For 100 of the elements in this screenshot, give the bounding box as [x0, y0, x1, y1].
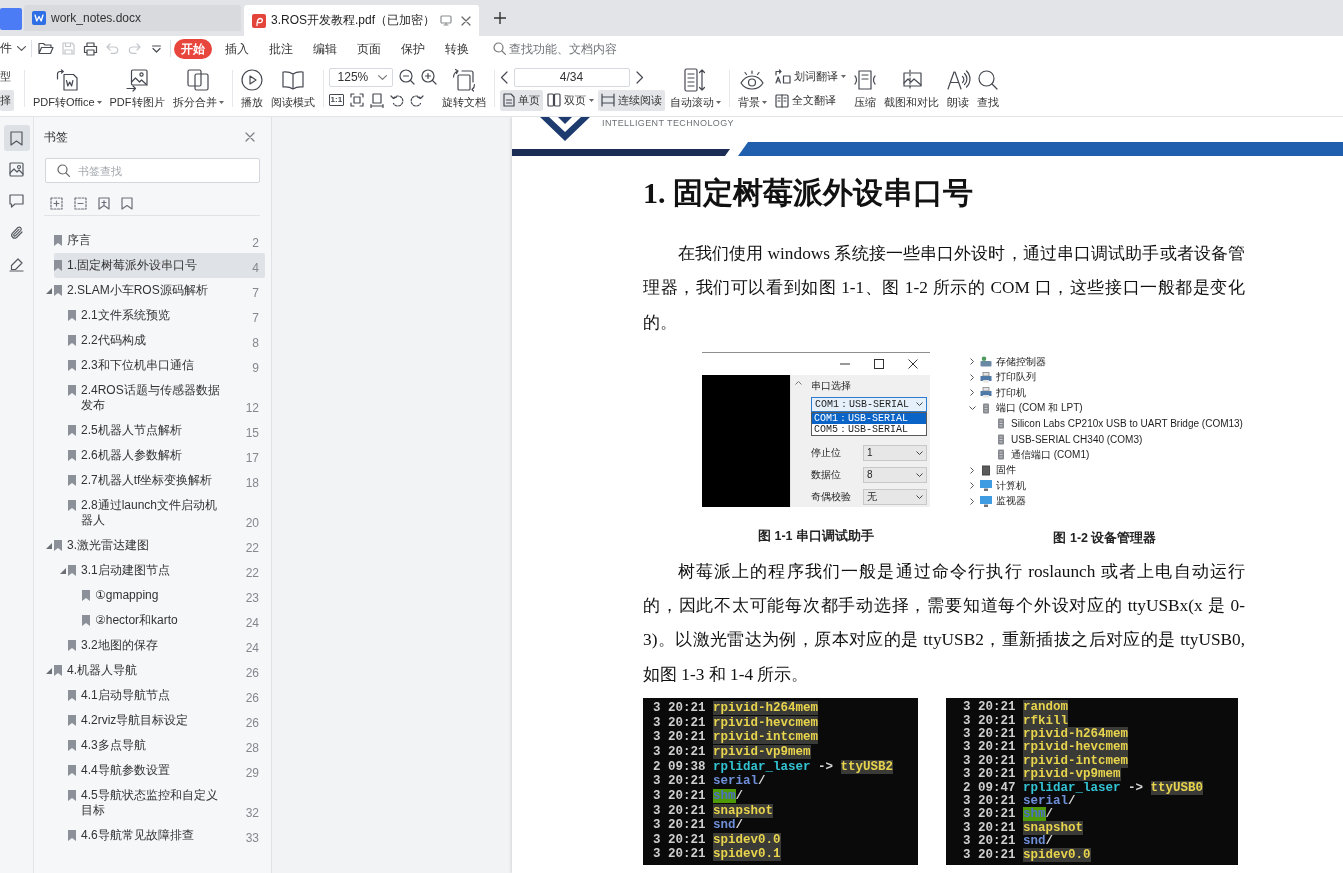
toolbar-button[interactable]: 背景 [734, 63, 770, 113]
dropdown-option[interactable]: COM1：USB-SERIAL [812, 412, 926, 424]
tab[interactable]: 3.ROS开发教程.pdf（已加密） [244, 5, 480, 36]
minimize-icon[interactable] [840, 362, 850, 365]
maximize-icon[interactable] [874, 358, 884, 369]
search-field[interactable]: 查找功能、文档内容 [509, 41, 639, 56]
page-number: 26 [244, 691, 259, 706]
toolbar-button[interactable]: 连续阅读 [597, 89, 665, 111]
bookmark-item[interactable]: 序言 2 [54, 228, 265, 253]
arrow-up-icon[interactable] [794, 380, 802, 385]
toolbar-button[interactable]: PDF转Office [30, 63, 105, 113]
toolbar-button[interactable]: 自动滚动 [666, 63, 724, 113]
menu-tab[interactable]: 编辑 [306, 38, 344, 59]
page-number: 9 [251, 361, 259, 376]
page-number: 22 [244, 566, 259, 581]
menu-tab[interactable]: 插入 [218, 38, 256, 59]
tile-icon[interactable] [0, 8, 22, 30]
actual-size-button[interactable]: 1:1 [328, 94, 345, 106]
bookmark-item[interactable]: 2.6机器人参数解析 17 [68, 443, 265, 468]
toolbar-button[interactable]: 双页 [543, 89, 597, 111]
bookmark-item[interactable]: 3.2地图的保存 24 [68, 633, 265, 658]
bookmark-item[interactable]: 4.2rviz导航目标设定 26 [68, 708, 265, 733]
add-bookmark-icon[interactable] [98, 197, 110, 210]
toolbar-button[interactable]: 朗读 [943, 63, 972, 113]
menu-tab[interactable]: 转换 [438, 38, 476, 59]
toolbar-button[interactable]: 全文翻译 [771, 90, 849, 111]
sidebar-button[interactable] [3, 125, 30, 151]
close-icon[interactable] [908, 358, 918, 369]
bookmark-item[interactable]: 2.8通过launch文件启动机器人 20 [68, 493, 265, 533]
toolbar-button[interactable]: 阅读模式 [267, 63, 318, 113]
toolbar-button[interactable]: 查找 [973, 63, 1002, 113]
bookmark-item[interactable]: 2.4ROS话题与传感器数据发布 12 [68, 378, 265, 418]
bookmark-search-field[interactable]: 书签查找 [45, 158, 260, 183]
port-dropdown[interactable]: COM1：USB-SERIAL [811, 396, 927, 412]
bookmark-item[interactable]: 2.5机器人节点解析 15 [68, 418, 265, 443]
collapse-all-icon[interactable] [74, 197, 87, 210]
settings-dropdown[interactable]: 无 [863, 488, 927, 505]
bookmark-item[interactable]: 3.激光雷达建图 22 [54, 533, 265, 558]
toolbar-button[interactable]: 播放 [237, 63, 266, 113]
field-label: 数据位 [811, 467, 841, 482]
bookmark-item[interactable]: ②hector和karto 24 [82, 608, 265, 633]
printer-icon[interactable] [82, 41, 98, 56]
bookmark-item[interactable]: 2.3和下位机串口通信 9 [68, 353, 265, 378]
bookmark-item[interactable]: 4.4导航参数设置 29 [68, 758, 265, 783]
tab[interactable]: work_notes.docx [24, 5, 241, 31]
expand-arrow-icon[interactable] [46, 287, 52, 294]
bookmark-icon [54, 285, 62, 296]
dropdown-option[interactable]: COM5：USB-SERIAL [812, 423, 926, 435]
bookmark-item[interactable]: 4.6导航常见故障排查 33 [68, 823, 265, 848]
rotate-left-icon[interactable] [390, 93, 405, 107]
bookmark-item[interactable]: ①gmapping 23 [82, 583, 265, 608]
menu-button[interactable]: 件 [0, 37, 28, 60]
menu-tab[interactable]: 开始 [174, 38, 212, 59]
toolbar-button[interactable]: 择 [0, 90, 14, 111]
menu-tab[interactable]: 保护 [394, 38, 432, 59]
page-number: 32 [244, 806, 259, 821]
close-icon[interactable] [461, 15, 472, 26]
page-number-field[interactable]: 4/34 [513, 67, 630, 87]
toolbar-button[interactable]: 单页 [499, 89, 543, 111]
chevron-down-icon [377, 74, 387, 80]
expand-arrow-icon[interactable] [46, 542, 52, 549]
fit-width-icon[interactable] [370, 93, 385, 107]
chevron-left-icon[interactable] [499, 70, 508, 84]
bookmark-item[interactable]: 1.固定树莓派外设串口号 4 [54, 253, 265, 278]
bookmark-item[interactable]: 2.SLAM小车ROS源码解析 7 [54, 278, 265, 303]
chevron-right-icon[interactable] [635, 70, 644, 84]
bookmark-icon[interactable] [121, 197, 133, 210]
toolbar-button[interactable]: 压缩 [850, 63, 879, 113]
bookmark-item[interactable]: 4.1启动导航节点 26 [68, 683, 265, 708]
zoom-out-icon[interactable] [398, 69, 415, 85]
zoom-in-icon[interactable] [420, 69, 437, 85]
menu-tab[interactable]: 批注 [262, 38, 300, 59]
toolbar-button[interactable]: 划词翻译 [771, 66, 849, 87]
settings-dropdown[interactable]: 8 [863, 466, 927, 483]
bookmark-item[interactable]: 3.1启动建图节点 22 [68, 558, 265, 583]
rotate-right-icon[interactable] [410, 93, 425, 107]
search-icon[interactable] [493, 42, 506, 55]
expand-all-icon[interactable] [50, 197, 63, 210]
bookmark-item[interactable]: 4.5导航状态监控和自定义目标 32 [68, 783, 265, 823]
caret-icon[interactable] [151, 44, 161, 53]
bookmark-item[interactable]: 4.机器人导航 26 [54, 658, 265, 683]
folder-icon[interactable] [38, 42, 54, 55]
bookmark-item[interactable]: 4.3多点导航 28 [68, 733, 265, 758]
expand-arrow-icon[interactable] [60, 567, 66, 574]
page-number: 2 [251, 236, 259, 251]
toolbar-button[interactable]: PDF转图片 [106, 63, 168, 113]
toolbar-button[interactable]: 截图和对比 [880, 63, 942, 113]
toolbar-button[interactable]: 拆分合并 [169, 63, 227, 113]
toolbar-button[interactable]: 旋转文档 [438, 63, 489, 113]
zoom-dropdown[interactable]: 125% [328, 67, 393, 87]
expand-arrow-icon[interactable] [46, 667, 52, 674]
fit-page-icon[interactable] [350, 93, 365, 107]
bookmark-item[interactable]: 2.1文件系统预览 7 [68, 303, 265, 328]
screen-icon[interactable] [440, 15, 453, 26]
bookmark-item[interactable]: 2.7机器人tf坐标变换解析 18 [68, 468, 265, 493]
toolbar-button[interactable]: 型 [0, 66, 14, 87]
bookmark-item[interactable]: 2.2代码构成 8 [68, 328, 265, 353]
plus-icon[interactable] [494, 12, 507, 24]
settings-dropdown[interactable]: 1 [863, 444, 927, 461]
menu-tab[interactable]: 页面 [350, 38, 388, 59]
